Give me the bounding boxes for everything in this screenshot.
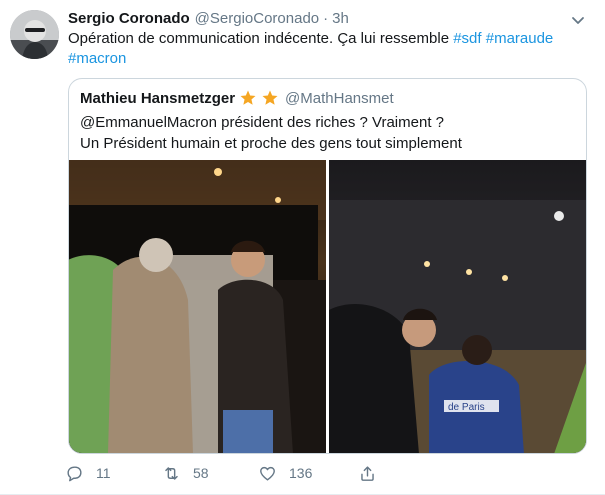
reply-count: 11: [96, 465, 111, 481]
quoted-tweet-header: Mathieu Hansmetzger @MathHansmet: [80, 88, 394, 108]
retweet-count: 58: [193, 465, 209, 481]
tweet-text-body: Opération de communication indécente. Ça…: [68, 30, 454, 47]
quoted-tweet-line: @EmmanuelMacron président des riches ? V…: [80, 114, 444, 131]
author-display-name[interactable]: Sergio Coronado: [68, 9, 190, 29]
media-photo-right[interactable]: de Paris: [329, 160, 586, 453]
tweet-timestamp[interactable]: 3h: [332, 9, 349, 29]
reply-icon: [67, 465, 82, 481]
author-handle[interactable]: @SergioCoronado: [195, 9, 319, 29]
share-button[interactable]: [358, 462, 389, 484]
star-icon: [239, 89, 257, 107]
like-button[interactable]: 136: [258, 462, 312, 484]
vest-print-text: de Paris: [448, 402, 485, 413]
reply-button[interactable]: 11: [65, 462, 111, 484]
quoted-tweet-media: de Paris: [69, 160, 586, 453]
quoted-author-handle: @MathHansmet: [285, 89, 394, 107]
quoted-author-display-name: Mathieu Hansmetzger: [80, 89, 236, 107]
separator-dot: ·: [323, 10, 329, 27]
quoted-tweet-text: @EmmanuelMacron président des riches ? V…: [80, 112, 580, 154]
star-icon: [261, 89, 279, 107]
heart-icon: [260, 466, 275, 481]
tweet[interactable]: Sergio Coronado @SergioCoronado · 3h Opé…: [0, 0, 605, 495]
share-icon: [361, 465, 374, 481]
tweet-header: Sergio Coronado @SergioCoronado · 3h: [68, 9, 349, 29]
chevron-down-icon[interactable]: [569, 11, 587, 29]
hashtag-link[interactable]: #macron: [68, 50, 126, 67]
quoted-tweet-line: Un Président humain et proche des gens t…: [80, 135, 462, 152]
media-photo-left[interactable]: [69, 160, 326, 453]
retweet-button[interactable]: 58: [162, 462, 209, 484]
retweet-icon: [165, 466, 178, 480]
like-count: 136: [289, 465, 313, 481]
tweet-text: Opération de communication indécente. Ça…: [68, 29, 588, 69]
quoted-tweet[interactable]: Mathieu Hansmetzger @MathHansmet @Emmanu…: [68, 78, 587, 454]
hashtag-link[interactable]: #maraude: [486, 30, 554, 47]
hashtag-link[interactable]: #sdf: [453, 30, 481, 47]
author-avatar[interactable]: [10, 10, 59, 59]
